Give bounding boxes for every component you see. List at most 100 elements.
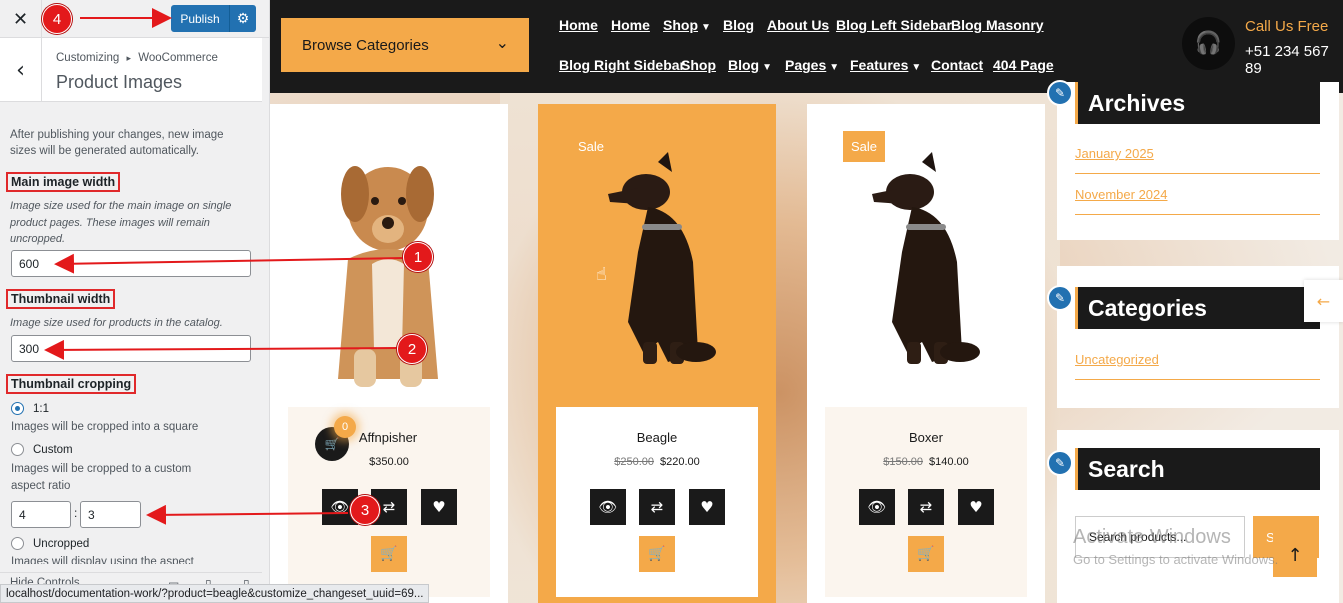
product-image-doberman[interactable] [862, 152, 992, 372]
archives-widget: Archives January 2025 November 2024 [1057, 82, 1339, 240]
quick-view-eye-icon[interactable]: 👁 [590, 489, 626, 525]
product-card[interactable]: Sale ☝ Beagle $250.00 $220.00 👁 ⇄ ♥ 🛒 [538, 104, 776, 603]
wishlist-heart-icon[interactable]: ♥ [421, 489, 457, 525]
crop-option-uncropped[interactable]: Uncropped [11, 537, 89, 550]
publish-button[interactable]: Publish ⚙ [171, 5, 256, 32]
edit-pencil-icon[interactable]: ✎ [1047, 285, 1073, 311]
add-to-cart-icon[interactable]: 🛒 [908, 536, 944, 572]
nav-item[interactable]: Blog [723, 17, 754, 33]
product-price: $250.00 $220.00 [556, 456, 758, 468]
nav-item[interactable]: 404 Page [993, 57, 1054, 73]
product-price: $350.00 [288, 456, 490, 468]
arrow-up-icon[interactable]: ↑ [1273, 533, 1317, 577]
breadcrumb: Customizing ▸ WooCommerce [56, 52, 218, 64]
sale-price: $220.00 [660, 456, 700, 468]
annotation-badge: 1 [403, 242, 433, 272]
nav-item[interactable]: Features ▼ [850, 57, 921, 73]
nav-item-label[interactable]: Features [850, 57, 908, 73]
nav-item-label[interactable]: Pages [785, 57, 826, 73]
thumbnail-width-description: Image size used for products in the cata… [10, 317, 223, 329]
close-icon[interactable]: ✕ [0, 0, 42, 38]
radio-icon[interactable] [11, 443, 24, 456]
crop-option-description: Images will display using the aspect [11, 556, 194, 564]
edit-pencil-icon[interactable]: ✎ [1047, 450, 1073, 476]
product-name[interactable]: Affnpisher [318, 430, 458, 445]
ratio-height-input[interactable]: 3 [80, 501, 141, 528]
thumbnail-width-label: Thumbnail width [6, 289, 116, 309]
category-link[interactable]: Uncategorized [1075, 352, 1320, 380]
annotation-badge: 2 [397, 334, 427, 364]
arrow-left-icon[interactable]: ← [1304, 280, 1343, 322]
product-image-doberman[interactable] [598, 152, 728, 372]
headset-icon: 🎧 [1182, 17, 1235, 70]
nav-item[interactable]: About Us [767, 17, 829, 33]
nav-item[interactable]: Home [611, 17, 650, 33]
gear-icon[interactable]: ⚙ [229, 5, 256, 32]
nav-item[interactable]: Blog Right Sidebar [559, 57, 685, 73]
activation-watermark-subtitle: Go to Settings to activate Windows. [1073, 552, 1279, 567]
cursor-icon: ☝ [596, 264, 607, 285]
archive-link[interactable]: November 2024 [1075, 187, 1320, 215]
chevron-down-icon: ▼ [701, 22, 711, 33]
nav-item[interactable]: Contact [931, 57, 983, 73]
regular-price: $250.00 [614, 456, 654, 468]
add-to-cart-icon[interactable]: 🛒 [371, 536, 407, 572]
nav-item[interactable]: Blog Left Sidebar [836, 17, 952, 33]
add-to-cart-icon[interactable]: 🛒 [639, 536, 675, 572]
ratio-width-input[interactable]: 4 [11, 501, 71, 528]
product-name[interactable]: Boxer [825, 430, 1027, 445]
product-info: 🛒 0 Affnpisher $350.00 👁 ⇄ ♥ 🛒 [288, 407, 490, 597]
product-image-dog[interactable] [310, 149, 460, 394]
nav-item[interactable]: Blog Masonry [951, 17, 1044, 33]
section-title: Product Images [56, 72, 183, 92]
sale-price: $140.00 [929, 456, 969, 468]
customizer-header: ✕ Publish ⚙ [0, 0, 269, 38]
crop-option-custom[interactable]: Custom [11, 443, 73, 456]
call-number[interactable]: +51 234 567 89 [1245, 43, 1343, 77]
categories-widget: Categories Uncategorized [1057, 266, 1339, 408]
nav-item[interactable]: Pages ▼ [785, 57, 839, 73]
thumbnail-width-input[interactable]: 300 [11, 335, 251, 362]
back-chevron-icon[interactable]: ‹ [0, 38, 42, 102]
compare-arrows-icon[interactable]: ⇄ [639, 489, 675, 525]
nav-item-label[interactable]: Shop [663, 17, 698, 33]
activation-watermark-title: Activate Windows [1073, 526, 1231, 548]
sale-price: $350.00 [369, 456, 409, 468]
crop-option-label: Uncropped [33, 537, 90, 550]
product-name[interactable]: Beagle [556, 430, 758, 445]
radio-icon[interactable] [11, 537, 24, 550]
breadcrumb-section: WooCommerce [138, 52, 218, 64]
nav-item[interactable]: Shop [681, 57, 716, 73]
radio-selected-icon[interactable] [11, 402, 24, 415]
browse-categories-button[interactable]: Browse Categories ⌄ [281, 18, 529, 72]
product-price: $150.00 $140.00 [825, 456, 1027, 468]
wishlist-heart-icon[interactable]: ♥ [958, 489, 994, 525]
product-card[interactable]: Sale Boxer $150.00 $140.00 👁 ⇄ ♥ 🛒 [807, 104, 1045, 603]
nav-item[interactable]: Shop ▼ [663, 17, 711, 33]
regular-price: $150.00 [883, 456, 923, 468]
nav-item[interactable]: Home [559, 17, 598, 33]
breadcrumb-prefix: Customizing [56, 52, 120, 64]
publish-note: After publishing your changes, new image… [10, 129, 224, 157]
quick-view-eye-icon[interactable]: 👁 [859, 489, 895, 525]
widget-title: Categories [1075, 287, 1320, 329]
crop-option-label: Custom [33, 443, 73, 456]
product-card[interactable]: 🛒 0 Affnpisher $350.00 👁 ⇄ ♥ 🛒 [270, 104, 508, 603]
annotation-badge: 4 [42, 4, 72, 34]
call-label: Call Us Free [1245, 18, 1329, 35]
browser-status-url: localhost/documentation-work/?product=be… [0, 584, 430, 603]
publish-label[interactable]: Publish [171, 12, 229, 26]
customizer-controls: After publishing your changes, new image… [0, 102, 262, 582]
edit-pencil-icon[interactable]: ✎ [1047, 80, 1073, 106]
site-header: Browse Categories ⌄ Home Home Shop ▼ Blog… [270, 0, 1343, 93]
main-width-input[interactable]: 600 [11, 250, 251, 277]
crop-option-1-1[interactable]: 1:1 [11, 402, 49, 415]
nav-item[interactable]: Blog ▼ [728, 57, 772, 73]
nav-item-label[interactable]: Blog [728, 57, 759, 73]
wishlist-heart-icon[interactable]: ♥ [689, 489, 725, 525]
site-preview: Browse Categories ⌄ Home Home Shop ▼ Blog… [270, 0, 1343, 603]
compare-arrows-icon[interactable]: ⇄ [908, 489, 944, 525]
main-width-description: Image size used for the main image on si… [10, 200, 232, 245]
archive-link[interactable]: January 2025 [1075, 146, 1320, 174]
chevron-down-icon: ▼ [911, 62, 922, 73]
